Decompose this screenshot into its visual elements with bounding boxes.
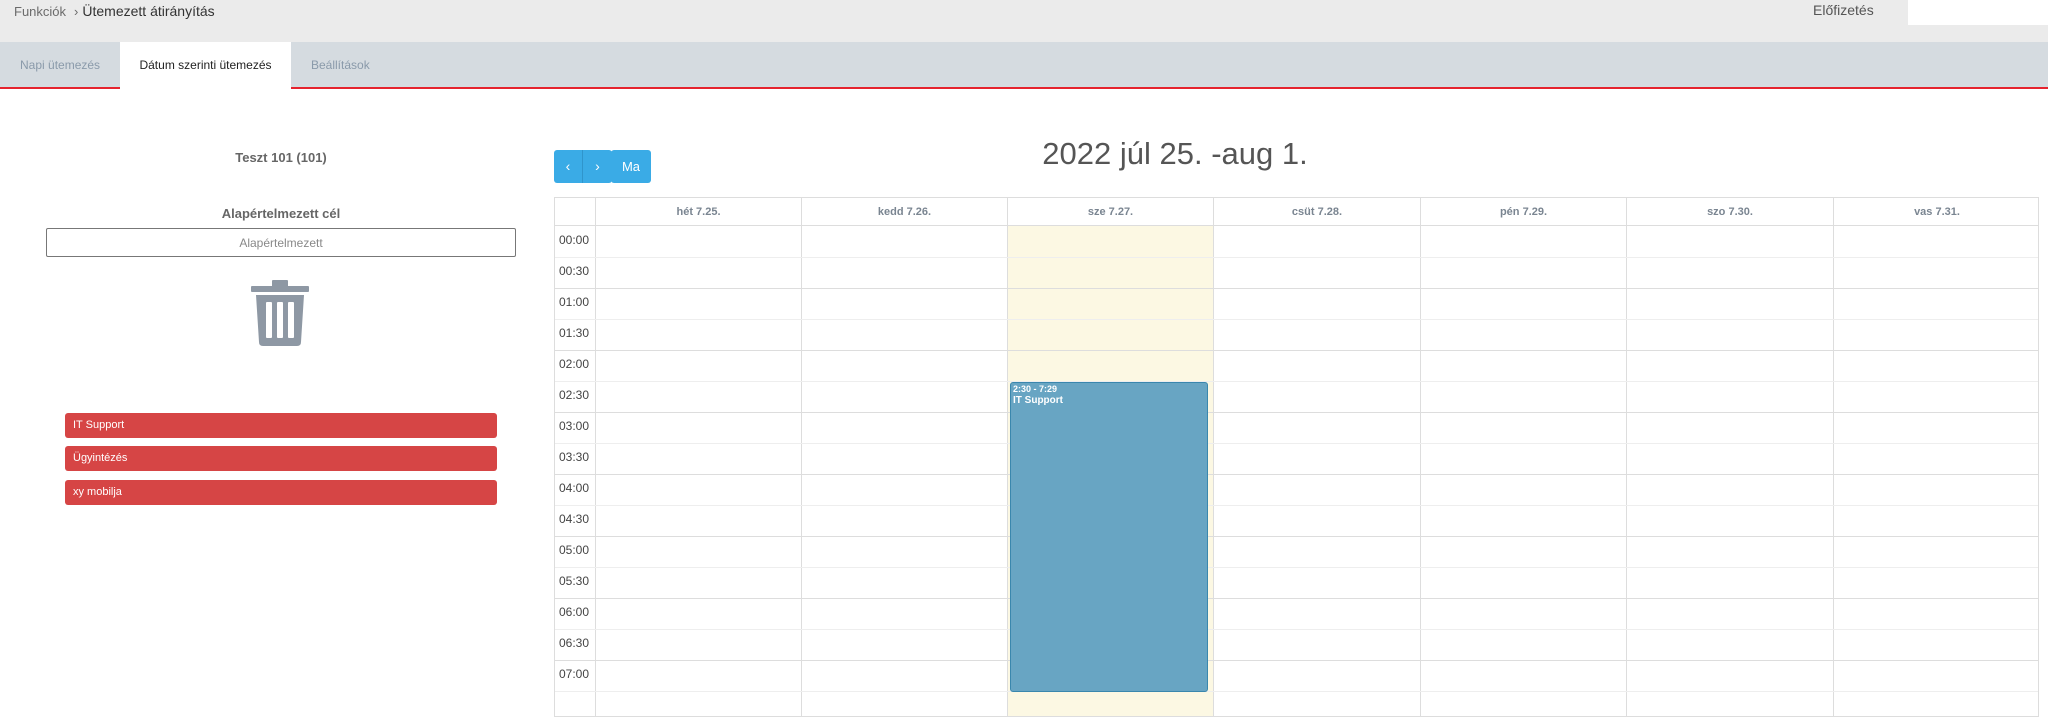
slot-line	[555, 350, 2038, 351]
trash-icon[interactable]	[251, 280, 309, 346]
subscription-link[interactable]: Előfizetés	[1813, 2, 1874, 18]
slot-line	[555, 381, 2038, 382]
time-label: 00:30	[559, 264, 590, 278]
column-divider	[1626, 226, 1627, 716]
day-header: pén 7.29.	[1420, 198, 1626, 226]
today-button[interactable]: Ma	[611, 150, 651, 183]
event-title: IT Support	[1013, 395, 1063, 406]
target-item-it-support[interactable]: IT Support	[65, 413, 497, 438]
target-item-ugyintezes[interactable]: Ügyintézés	[65, 446, 497, 471]
target-item-xy-mobilja[interactable]: xy mobilja	[65, 480, 497, 505]
slot-line	[555, 505, 2038, 506]
header-blank-area	[1908, 0, 2048, 25]
time-label: 04:00	[559, 481, 590, 495]
time-label: 01:30	[559, 326, 590, 340]
agent-name: Teszt 101 (101)	[235, 150, 327, 165]
column-divider	[1007, 226, 1008, 716]
breadcrumb: Funkciók › Ütemezett átirányítás	[14, 3, 215, 19]
day-header: hét 7.25.	[595, 198, 801, 226]
breadcrumb-separator: ›	[74, 3, 79, 19]
event-time: 2:30 - 7:29	[1013, 384, 1058, 394]
page-title: Ütemezett átirányítás	[82, 3, 215, 19]
column-divider	[1213, 226, 1214, 716]
breadcrumb-root-link[interactable]: Funkciók	[14, 4, 66, 19]
time-label: 07:00	[559, 667, 590, 681]
next-week-button[interactable]: ›	[583, 150, 612, 183]
time-label: 01:00	[559, 295, 590, 309]
calendar-event[interactable]: 2:30 - 7:29 IT Support	[1010, 382, 1208, 692]
slot-line	[555, 598, 2038, 599]
time-label: 04:30	[559, 512, 590, 526]
slot-line	[555, 629, 2038, 630]
day-header: szo 7.30.	[1626, 198, 1833, 226]
slot-line	[555, 288, 2038, 289]
day-header: vas 7.31.	[1833, 198, 2038, 226]
default-target-label: Alapértelmezett cél	[221, 206, 341, 221]
column-divider	[801, 226, 802, 716]
day-header: sze 7.27.	[1007, 198, 1213, 226]
time-label: 05:00	[559, 543, 590, 557]
tab-bar: Napi ütemezés Dátum szerinti ütemezés Be…	[0, 42, 2048, 90]
slot-line	[555, 567, 2038, 568]
time-label: 03:30	[559, 450, 590, 464]
slot-line	[555, 691, 2038, 692]
time-label: 06:00	[559, 605, 590, 619]
time-label: 00:00	[559, 233, 590, 247]
slot-line	[555, 474, 2038, 475]
column-divider	[1833, 226, 1834, 716]
tab-daily-schedule[interactable]: Napi ütemezés	[20, 42, 100, 89]
tab-date-schedule[interactable]: Dátum szerinti ütemezés	[120, 42, 291, 90]
column-divider	[595, 226, 596, 716]
week-calendar: hét 7.25. kedd 7.26. sze 7.27. csüt 7.28…	[554, 197, 2039, 717]
time-label: 02:00	[559, 357, 590, 371]
column-divider	[1420, 226, 1421, 716]
time-label: 05:30	[559, 574, 590, 588]
time-label: 02:30	[559, 388, 590, 402]
day-header: kedd 7.26.	[801, 198, 1007, 226]
slot-line	[555, 319, 2038, 320]
slot-line	[555, 660, 2038, 661]
calendar-title: 2022 júl 25. -aug 1.	[1042, 136, 1308, 171]
calendar-header-row: hét 7.25. kedd 7.26. sze 7.27. csüt 7.28…	[555, 198, 2038, 226]
time-label: 06:30	[559, 636, 590, 650]
top-header: Funkciók › Ütemezett átirányítás Előfize…	[0, 0, 2048, 42]
slot-line	[555, 257, 2038, 258]
day-header: csüt 7.28.	[1213, 198, 1420, 226]
slot-line	[555, 536, 2038, 537]
slot-line	[555, 443, 2038, 444]
time-label: 03:00	[559, 419, 590, 433]
tab-settings[interactable]: Beállítások	[311, 42, 370, 89]
prev-week-button[interactable]: ‹	[554, 150, 583, 183]
slot-line	[555, 412, 2038, 413]
default-target-field[interactable]	[46, 228, 516, 257]
